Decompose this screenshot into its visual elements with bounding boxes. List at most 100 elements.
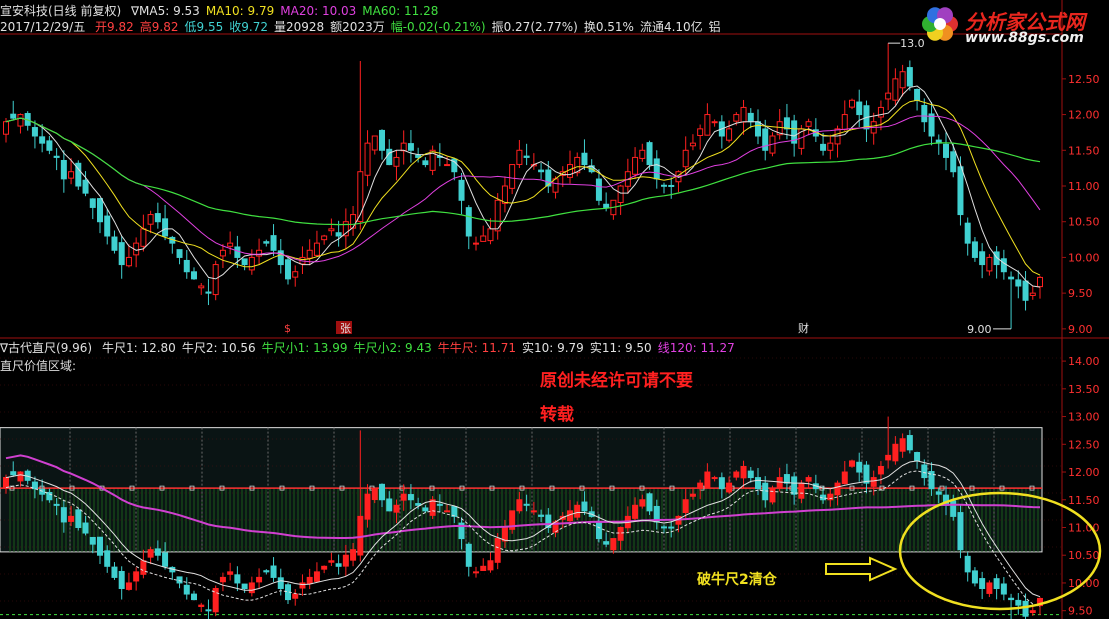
price-candle [285, 259, 291, 280]
ind-candle [162, 552, 169, 567]
ind-candle [292, 593, 299, 599]
high-label: 13.0 [900, 37, 925, 50]
indicator-label-5: 实10: 9.79 [521, 341, 584, 355]
indicator-legend: ∇古代直尺(9.96) 牛尺1: 12.80 牛尺2: 10.56 牛尺小1: 13… [0, 339, 741, 356]
price-candle [1037, 276, 1043, 288]
price-candle [1015, 279, 1022, 287]
ind-candle [176, 576, 183, 584]
ind-candle [393, 504, 400, 513]
indicator-label-0: 牛尺1: 12.80 [101, 341, 176, 355]
ind-candle [530, 510, 537, 513]
ind-candle [125, 582, 132, 590]
ind-candle [46, 491, 53, 501]
chart-canvas: 12.50 12.00 11.50 11.00 10.50 10.00 9.50 9.00 14… [0, 0, 1109, 619]
price-candle [480, 235, 487, 242]
ind-candle [400, 493, 407, 501]
notice-line-1: 原创未经许可请不要 [540, 371, 693, 391]
ind-candle [277, 577, 284, 589]
price-candle [957, 166, 964, 216]
ind-candle [769, 488, 776, 503]
low-label: 9.00 [967, 323, 992, 336]
price-candle [68, 171, 75, 179]
ind-tick-label: 12.50 [1068, 438, 1100, 451]
ind-candle [436, 503, 443, 506]
price-panel [3, 43, 1043, 329]
price-candle [154, 213, 161, 223]
ind-candle [711, 477, 718, 480]
price-candle [17, 114, 24, 127]
price-candle [653, 158, 660, 180]
price-tick-label: 11.00 [1068, 180, 1100, 193]
ind-candle [480, 565, 487, 572]
ind-candle [364, 493, 371, 520]
price-candle [10, 113, 17, 119]
ind-candle [740, 465, 747, 479]
ind-tick-label: 13.00 [1068, 411, 1100, 424]
ind-candle [501, 526, 508, 542]
ind-candle [791, 476, 798, 495]
ind-candle [979, 578, 986, 589]
price-candle [125, 256, 132, 267]
event-marker: $ [284, 322, 291, 335]
quote-item-7: 振0.27(2.77%) [491, 20, 578, 34]
ind-candle [783, 474, 790, 484]
ind-candle [964, 555, 971, 573]
price-candle [407, 143, 414, 151]
ind-candle [306, 576, 313, 585]
price-candle [646, 142, 653, 166]
logo-icon [922, 7, 958, 41]
price-candle [415, 154, 422, 158]
ind-candle [870, 477, 877, 487]
price-candle [31, 127, 38, 137]
ind-candle [39, 488, 46, 495]
price-candle [877, 106, 884, 118]
indicator-title: ∇古代直尺(9.96) [0, 341, 93, 355]
ind-candle [805, 477, 812, 482]
price-candle [595, 178, 602, 201]
price-tick-label: 9.00 [1068, 323, 1093, 336]
ind-candle [104, 550, 111, 567]
ind-candle [97, 536, 103, 556]
ind-candle [321, 565, 328, 570]
ind-tick-label: 12.00 [1068, 466, 1100, 479]
ind-candle [957, 512, 964, 551]
price-candle [697, 128, 704, 137]
ind-candle [118, 570, 125, 589]
ind-candle [444, 510, 451, 513]
price-candle [205, 291, 212, 294]
ind-tick-label: 11.50 [1068, 494, 1100, 507]
ind-candle [270, 565, 277, 578]
price-candle [849, 99, 855, 108]
logo-url: www.88gs.com [965, 30, 1084, 46]
ind-candle [841, 471, 848, 485]
price-candle [104, 215, 111, 237]
price-candle [234, 246, 241, 258]
price-candle [328, 228, 335, 232]
quote-item-0: 开9.82 [95, 20, 134, 34]
price-candle [183, 259, 190, 273]
ind-candle [689, 493, 696, 497]
price-candle [400, 142, 407, 152]
indicator-label-4: 牛牛尺: 11.71 [437, 341, 516, 355]
ind-candle [183, 584, 190, 595]
price-tick-label: 12.50 [1068, 73, 1100, 86]
ind-candle [407, 494, 414, 501]
price-candle [292, 271, 299, 278]
ma-label-1: MA10: 9.79 [205, 4, 275, 18]
price-candle [762, 128, 769, 151]
price-candle [523, 155, 530, 158]
price-candle [270, 235, 277, 251]
price-candle [581, 152, 588, 166]
price-candle [899, 71, 906, 89]
price-candle [227, 242, 234, 247]
price-candle [444, 164, 451, 167]
quote-item-1: 高9.82 [139, 20, 179, 34]
ind-candle [617, 526, 624, 541]
ind-candle [899, 438, 906, 452]
price-candle [538, 169, 545, 173]
ind-candle [950, 500, 957, 517]
ind-candle [227, 571, 234, 575]
indicator-labels: 牛尺1: 12.80 牛尺2: 10.56 牛尺小1: 13.99 牛尺小2: 9.4… [102, 341, 741, 355]
price-candle [248, 256, 255, 271]
quote-item-10: 铝 [708, 20, 721, 34]
